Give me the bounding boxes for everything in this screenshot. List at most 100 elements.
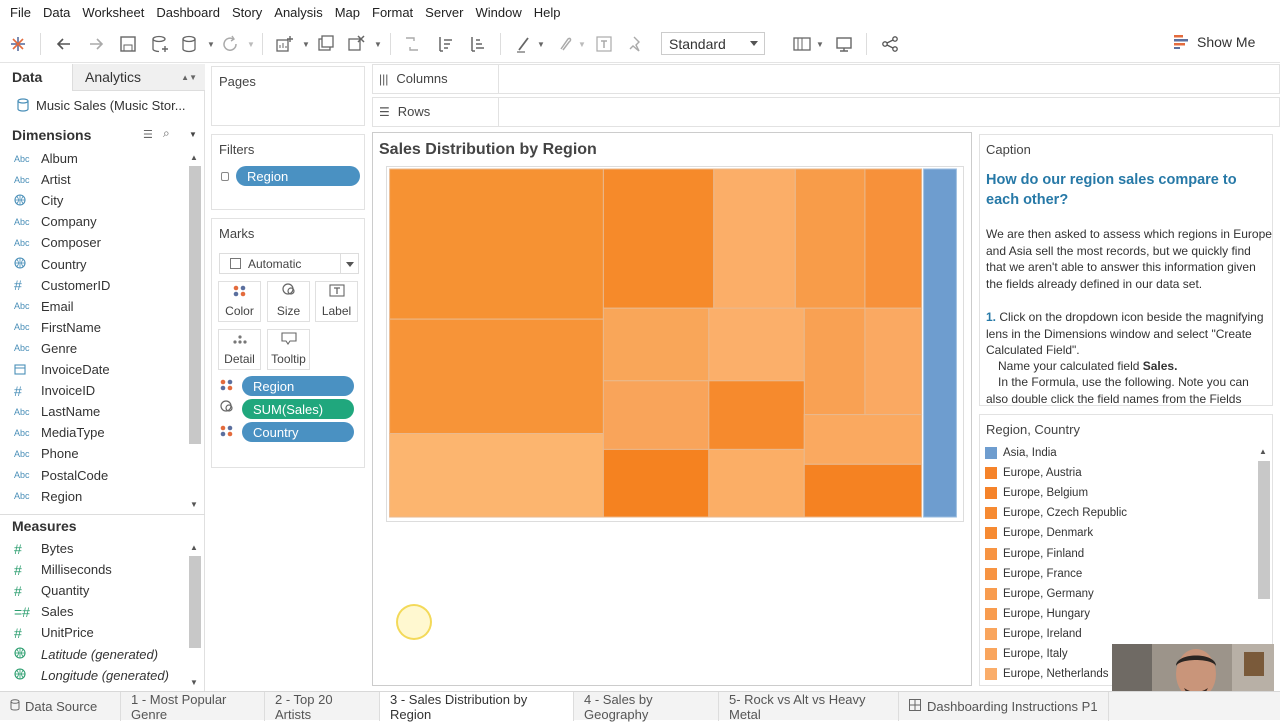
show-labels-icon[interactable] xyxy=(594,32,614,56)
scroll-down-icon[interactable]: ▼ xyxy=(190,500,198,509)
scroll-up-icon[interactable]: ▲ xyxy=(1259,447,1267,456)
dimension-field[interactable]: Abc Region xyxy=(0,486,186,507)
clear-sheet-icon[interactable] xyxy=(346,32,366,56)
scroll-up-icon[interactable]: ▲ xyxy=(190,543,198,552)
legend-item[interactable]: Europe, Italy xyxy=(985,645,1068,663)
size-button[interactable]: Size xyxy=(267,281,310,322)
dimension-field[interactable]: Abc Genre xyxy=(0,338,186,359)
dimension-field[interactable]: Abc PostalCode xyxy=(0,465,186,486)
filters-card[interactable]: Filters Region xyxy=(211,134,365,210)
show-cards-icon[interactable] xyxy=(792,32,812,56)
sheet-tab[interactable]: 5- Rock vs Alt vs Heavy Metal xyxy=(719,692,899,722)
measure-field[interactable]: =# Sales xyxy=(0,601,186,622)
measure-field[interactable]: # UnitPrice xyxy=(0,622,186,643)
scroll-up-icon[interactable]: ▲ xyxy=(190,153,198,162)
tooltip-button[interactable]: Tooltip xyxy=(267,329,310,370)
pages-card[interactable]: Pages xyxy=(211,66,365,126)
legend-item[interactable]: Europe, Denmark xyxy=(985,524,1093,542)
legend-item[interactable]: Europe, Finland xyxy=(985,545,1084,563)
menu-story[interactable]: Story xyxy=(226,5,268,20)
treemap-cell[interactable] xyxy=(602,307,710,382)
marks-pill-country[interactable]: Country xyxy=(242,422,354,442)
dimension-field[interactable]: Country xyxy=(0,254,186,275)
dimension-field[interactable]: # CustomerID xyxy=(0,275,186,296)
legend-item[interactable]: Europe, Czech Republic xyxy=(985,504,1127,522)
measure-field[interactable]: # Quantity xyxy=(0,580,186,601)
sort-descending-icon[interactable] xyxy=(468,32,488,56)
dimension-field[interactable]: Abc Album xyxy=(0,148,186,169)
treemap-cell[interactable] xyxy=(803,463,923,518)
pause-updates-icon[interactable] xyxy=(180,32,200,56)
treemap-cell[interactable] xyxy=(708,448,805,518)
sheet-tab[interactable]: 4 - Sales by Geography xyxy=(574,692,719,722)
menu-file[interactable]: File xyxy=(4,5,37,20)
measure-field[interactable]: Longitude (generated) xyxy=(0,665,186,686)
marks-pill-region[interactable]: Region xyxy=(242,376,354,396)
datasource-item[interactable]: Music Sales (Music Stor... xyxy=(0,94,205,116)
highlight-icon[interactable] xyxy=(514,32,534,56)
treemap-cell[interactable] xyxy=(713,168,796,309)
legend-item[interactable]: Europe, Netherlands xyxy=(985,665,1108,683)
treemap-cell[interactable] xyxy=(794,168,866,309)
legend-item[interactable]: Europe, Germany xyxy=(985,585,1094,603)
sort-ascending-icon[interactable] xyxy=(436,32,456,56)
dimensions-scroll-thumb[interactable] xyxy=(189,166,201,444)
columns-shelf[interactable]: ||| Columns xyxy=(372,64,1280,94)
menu-analysis[interactable]: Analysis xyxy=(268,5,328,20)
treemap-cell[interactable] xyxy=(389,432,604,518)
color-button[interactable]: Color xyxy=(218,281,261,322)
fix-axes-icon[interactable] xyxy=(626,32,646,56)
menu-worksheet[interactable]: Worksheet xyxy=(76,5,150,20)
chevron-down-icon[interactable]: ▼ xyxy=(374,32,382,56)
treemap-cell[interactable] xyxy=(864,168,923,309)
tableau-logo-icon[interactable] xyxy=(8,32,28,56)
new-datasource-icon[interactable] xyxy=(150,32,170,56)
legend-item[interactable]: Europe, Hungary xyxy=(985,605,1090,623)
dimension-field[interactable]: InvoiceDate xyxy=(0,359,186,380)
menu-format[interactable]: Format xyxy=(366,5,419,20)
sheet-tab[interactable]: Data Source xyxy=(0,692,121,721)
filter-pill-region[interactable]: Region xyxy=(236,166,360,186)
chevron-down-icon[interactable]: ▼ xyxy=(302,32,310,56)
tab-data[interactable]: Data xyxy=(0,64,72,91)
legend-item[interactable]: Europe, Belgium xyxy=(985,484,1088,502)
menu-server[interactable]: Server xyxy=(419,5,469,20)
share-icon[interactable] xyxy=(880,32,900,56)
dimension-field[interactable]: Abc FirstName xyxy=(0,317,186,338)
legend-scroll-thumb[interactable] xyxy=(1258,461,1270,599)
duplicate-sheet-icon[interactable] xyxy=(316,32,336,56)
fit-dropdown[interactable]: Standard xyxy=(661,32,765,55)
save-icon[interactable] xyxy=(118,32,138,56)
dimension-field[interactable]: City xyxy=(0,190,186,211)
legend-item[interactable]: Asia, India xyxy=(985,444,1057,462)
dimension-field[interactable]: Abc Phone xyxy=(0,443,186,464)
undo-icon[interactable] xyxy=(54,32,74,56)
rows-shelf[interactable]: ☰ Rows xyxy=(372,97,1280,127)
treemap[interactable] xyxy=(386,166,964,522)
menu-help[interactable]: Help xyxy=(528,5,567,20)
group-members-icon[interactable] xyxy=(554,32,574,56)
chevron-down-icon[interactable]: ▼ xyxy=(578,32,586,56)
legend-item[interactable]: Europe, Ireland xyxy=(985,625,1082,643)
treemap-cell[interactable] xyxy=(708,307,805,382)
treemap-cell[interactable] xyxy=(803,307,866,416)
swap-rows-columns-icon[interactable] xyxy=(402,32,422,56)
legend-item[interactable]: Europe, Austria xyxy=(985,464,1082,482)
sheet-tab[interactable]: 3 - Sales Distribution by Region xyxy=(380,692,574,722)
dimension-field[interactable]: Abc LastName xyxy=(0,401,186,422)
dimension-field[interactable]: # InvoiceID xyxy=(0,380,186,401)
redo-icon[interactable] xyxy=(86,32,106,56)
sheet-tab[interactable]: Dashboarding Instructions P1 xyxy=(899,692,1109,721)
marks-pill-sum-sales[interactable]: SUM(Sales) xyxy=(242,399,354,419)
view-list-icon[interactable]: ☰ xyxy=(143,128,153,141)
label-button[interactable]: Label xyxy=(315,281,358,322)
chevron-down-icon[interactable]: ▼ xyxy=(537,32,545,56)
tab-analytics[interactable]: Analytics ▲▼ xyxy=(72,64,205,91)
dimension-field[interactable]: Abc MediaType xyxy=(0,422,186,443)
sheet-tab[interactable]: 2 - Top 20 Artists xyxy=(265,692,380,722)
dimension-field[interactable]: Abc Artist xyxy=(0,169,186,190)
menu-window[interactable]: Window xyxy=(469,5,527,20)
presentation-mode-icon[interactable] xyxy=(834,32,854,56)
treemap-cell[interactable] xyxy=(389,318,604,434)
treemap-cell[interactable] xyxy=(803,414,923,465)
